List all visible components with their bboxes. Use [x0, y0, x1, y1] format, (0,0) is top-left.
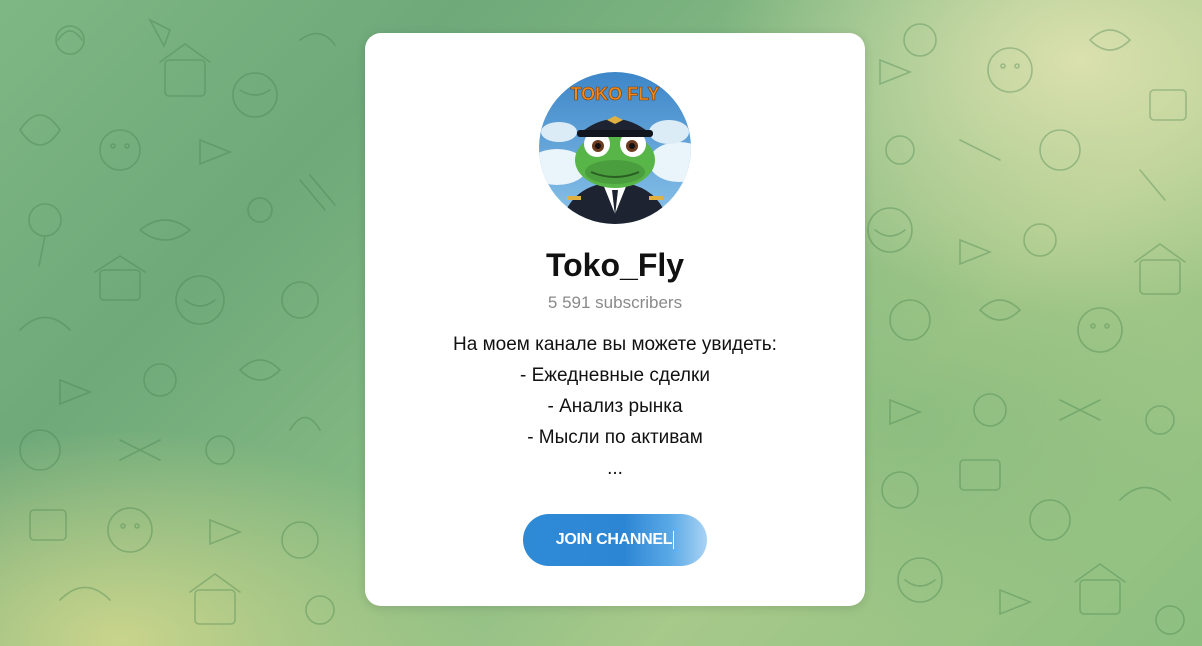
- channel-name: Toko_Fly: [545, 247, 685, 283]
- join-channel-button[interactable]: JOIN CHANNEL: [523, 514, 707, 566]
- description-line: - Анализ рынка: [547, 396, 683, 417]
- frog-pilot-avatar: TOKO FLY: [539, 72, 691, 224]
- description-line: ...: [607, 458, 623, 479]
- description-line: На моем канале вы можете увидеть:: [453, 334, 777, 355]
- text-cursor: [673, 530, 675, 549]
- join-channel-label: JOIN CHANNEL: [555, 531, 673, 549]
- channel-description: На моем канале вы можете увидеть: - Ежед…: [365, 329, 865, 484]
- avatar-title-text: TOKO FLY: [570, 84, 659, 104]
- subscriber-count: 5 591 subscribers: [547, 293, 683, 312]
- description-line: - Ежедневные сделки: [520, 365, 710, 386]
- description-line: - Мысли по активам: [527, 427, 703, 448]
- channel-avatar: TOKO FLY: [539, 72, 691, 224]
- channel-card: TOKO FLY Toko_Fly 5 591 subscribers На м…: [365, 33, 865, 606]
